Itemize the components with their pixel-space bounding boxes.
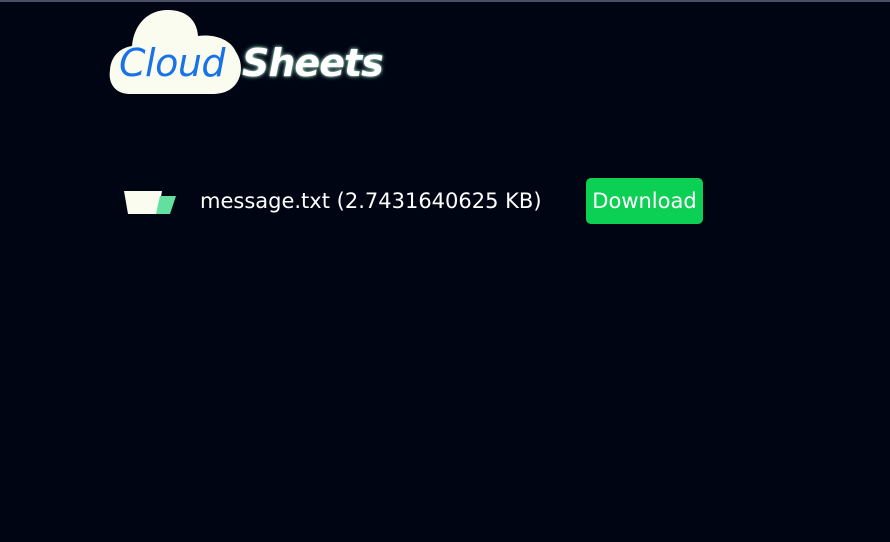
logo-cloud-text: Cloud — [119, 41, 226, 85]
file-name: message.txt — [200, 189, 330, 213]
file-size: (2.7431640625 KB) — [336, 189, 542, 213]
cloudsheets-logo[interactable]: Cloud Sheets — [108, 8, 398, 100]
folder-icon — [124, 191, 176, 214]
top-divider — [0, 0, 890, 2]
logo-sheets-text: Sheets — [242, 41, 384, 85]
file-row: message.txt (2.7431640625 KB) Download — [124, 178, 824, 224]
download-button[interactable]: Download — [586, 178, 703, 224]
file-label: message.txt (2.7431640625 KB) — [200, 188, 542, 214]
